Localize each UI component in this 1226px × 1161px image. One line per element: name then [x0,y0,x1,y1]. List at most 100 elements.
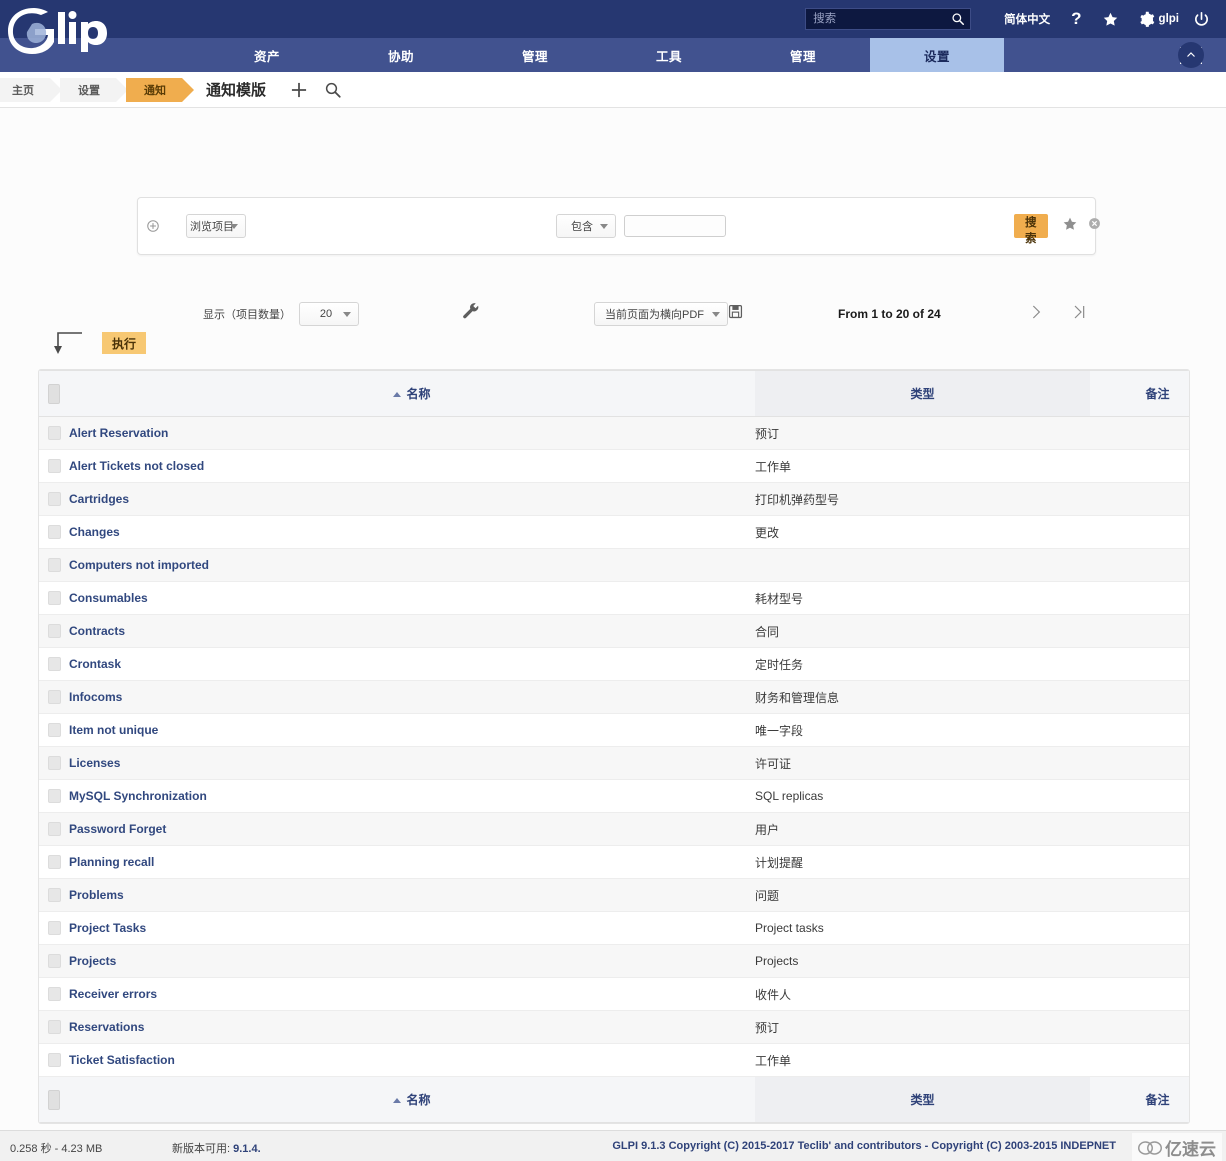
row-checkbox[interactable] [47,723,61,738]
search-templates-button[interactable] [320,77,346,103]
row-checkbox[interactable] [47,624,61,639]
row-checkbox[interactable] [47,888,61,903]
configure-columns-button[interactable] [462,302,481,326]
column-footer-note[interactable]: 备注 [1090,1076,1189,1123]
select-all-checkbox[interactable] [48,383,60,404]
new-version-number[interactable]: 9.1.4. [233,1143,261,1155]
table-row: Planning recall 计划提醒 [39,845,1189,879]
table-header-row: 名称 类型 备注 [39,370,1189,417]
select-all-footer[interactable] [39,1076,69,1123]
page-footer: 0.258 秒 - 4.23 MB 新版本可用: 9.1.4. GLPI 9.1… [0,1130,1226,1161]
export-format-select[interactable]: 当前页面为横向PDF [594,302,728,326]
row-checkbox[interactable] [47,1020,61,1035]
row-select-cell [39,1010,69,1044]
row-checkbox[interactable] [47,426,61,441]
table-row: Infocoms 财务和管理信息 [39,680,1189,714]
template-link[interactable]: Alert Tickets not closed [69,459,204,473]
last-page-button-top[interactable] [1071,303,1087,326]
save-search-button[interactable] [1062,216,1078,237]
template-link[interactable]: Projects [69,954,116,968]
nav-item-assets[interactable]: 资产 [200,38,334,72]
row-checkbox[interactable] [47,591,61,606]
column-header-note[interactable]: 备注 [1090,370,1189,417]
bookmarks-button[interactable] [1092,0,1129,38]
row-checkbox[interactable] [47,822,61,837]
execute-button-top[interactable]: 执行 [102,332,147,354]
display-count-select[interactable]: 20 [299,302,359,326]
user-settings-button[interactable]: glpi [1129,0,1183,38]
logout-button[interactable] [1183,0,1220,38]
template-link[interactable]: MySQL Synchronization [69,789,207,803]
row-checkbox[interactable] [47,921,61,936]
add-template-button[interactable] [286,77,312,103]
global-search-box[interactable] [805,8,972,30]
template-link[interactable]: Project Tasks [69,921,146,935]
row-type-cell: 打印机弹药型号 [755,482,1090,516]
criteria-field-select[interactable]: 浏览项目 [186,214,246,238]
template-link[interactable]: Reservations [69,1020,144,1034]
template-link[interactable]: Alert Reservation [69,426,168,440]
template-link[interactable]: Problems [69,888,124,902]
template-link[interactable]: Planning recall [69,855,154,869]
select-all-checkbox-footer[interactable] [48,1089,60,1110]
select-all-header[interactable] [39,370,69,417]
criteria-operator-select[interactable]: 包含 [556,214,616,238]
search-submit-button[interactable]: 搜索 [1014,214,1048,245]
template-link[interactable]: Consumables [69,591,148,605]
nav-item-setup[interactable]: 设置 [870,38,1004,72]
row-checkbox[interactable] [47,459,61,474]
template-link[interactable]: Licenses [69,756,120,770]
nav-item-manage[interactable]: 管理 [468,38,602,72]
chevron-last-icon [1074,305,1085,318]
template-link[interactable]: Crontask [69,657,121,671]
row-type-cell [755,548,1090,582]
nav-item-tools[interactable]: 工具 [602,38,736,72]
row-checkbox[interactable] [47,855,61,870]
template-link[interactable]: Receiver errors [69,987,157,1001]
search-icon[interactable] [951,12,965,26]
reset-search-button[interactable] [1088,217,1101,235]
search-input[interactable] [806,9,971,29]
template-link[interactable]: Ticket Satisfaction [69,1053,175,1067]
breadcrumb-item-notifications[interactable]: 通知 [126,77,194,102]
export-download-button[interactable] [728,304,743,324]
row-checkbox[interactable] [47,657,61,672]
add-criteria-button[interactable] [146,216,160,236]
template-link[interactable]: Changes [69,525,120,539]
column-header-type[interactable]: 类型 [755,370,1090,417]
template-link[interactable]: Item not unique [69,723,158,737]
nav-item-assist[interactable]: 协助 [334,38,468,72]
floppy-save-icon [728,304,743,319]
template-link[interactable]: Contracts [69,624,125,638]
row-type-cell: 问题 [755,878,1090,912]
row-checkbox[interactable] [47,558,61,573]
glpi-logo[interactable] [8,8,118,60]
header-right-tools: 简体中文 ? glpi [805,0,1220,38]
criteria-value-input[interactable] [624,215,726,237]
template-link[interactable]: Password Forget [69,822,166,836]
column-footer-type[interactable]: 类型 [755,1076,1090,1123]
scroll-to-top-button[interactable] [1178,42,1204,68]
row-checkbox[interactable] [47,756,61,771]
template-link[interactable]: Infocoms [69,690,122,704]
next-page-button-top[interactable] [1028,303,1044,326]
row-checkbox[interactable] [47,525,61,540]
column-footer-name[interactable]: 名称 [69,1076,755,1123]
row-checkbox[interactable] [47,789,61,804]
table-row: Computers not imported [39,548,1189,582]
chevron-up-icon [1187,52,1195,57]
column-header-name[interactable]: 名称 [69,370,755,417]
row-checkbox[interactable] [47,954,61,969]
row-checkbox[interactable] [47,690,61,705]
template-link[interactable]: Cartridges [69,492,129,506]
table-footer: 名称 类型 备注 [39,1076,1189,1123]
row-checkbox[interactable] [47,987,61,1002]
help-button[interactable]: ? [1061,0,1091,38]
nav-item-admin[interactable]: 管理 [736,38,870,72]
breadcrumb-item-home[interactable]: 主页 [0,77,62,102]
language-selector[interactable]: 简体中文 [993,0,1061,38]
row-checkbox[interactable] [47,1053,61,1068]
breadcrumb-item-setup[interactable]: 设置 [60,77,128,102]
template-link[interactable]: Computers not imported [69,558,209,572]
row-checkbox[interactable] [47,492,61,507]
